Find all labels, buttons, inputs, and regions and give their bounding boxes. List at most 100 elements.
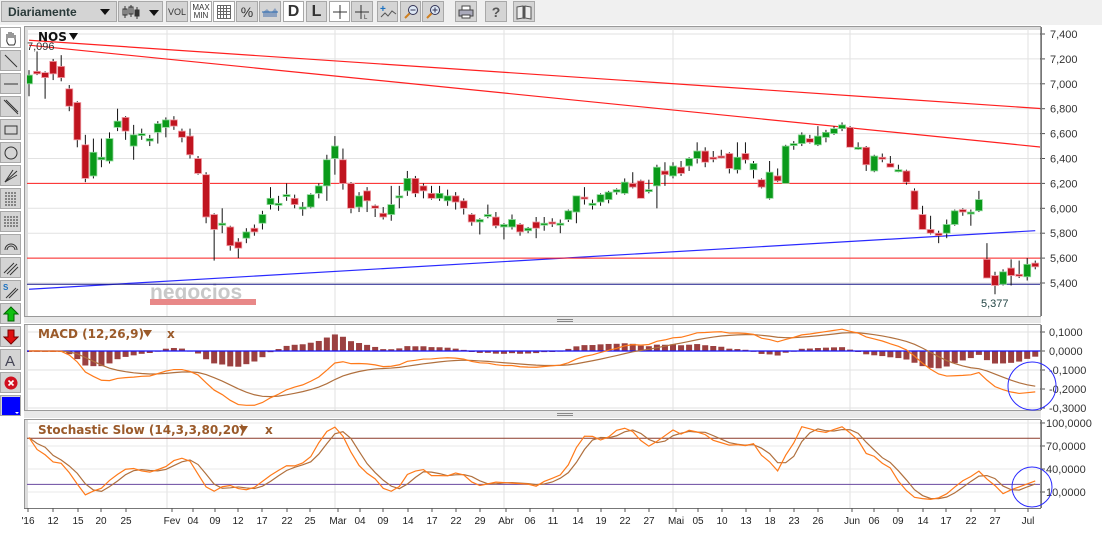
macd-histogram-bar [694,344,701,351]
date-tick-label: 06 [524,516,536,527]
macd-close-button[interactable]: x [167,327,175,341]
stochastic-close-button[interactable]: x [265,423,273,437]
macd-histogram-bar [879,351,886,357]
candle [194,156,202,175]
candle-body [934,232,943,237]
candle-body [49,60,58,75]
macd-histogram-bar [887,351,894,358]
macd-histogram-bar [967,351,974,359]
candle-body [709,156,718,160]
date-tick-label: 20 [95,516,107,527]
date-tick-label: Abr [498,516,514,527]
candle-body [733,156,742,171]
candle-body [266,197,275,205]
macd-histogram-bar [1024,351,1031,359]
candle-body [234,241,243,249]
candle-body [105,138,114,162]
candle-body [588,202,597,206]
candle-body [194,158,202,174]
chart-area[interactable]: negocios NOS 7,096 5,377 7,4007,2007,000… [0,0,1102,533]
candle-body [411,178,420,194]
candle-body [636,180,645,199]
candle-body [701,150,710,163]
macd-histogram-bar [259,351,266,358]
candle-body [330,145,339,159]
price-tick-label: 6,400 [1050,154,1078,166]
candle-body [137,133,146,137]
candle-body [113,120,122,128]
candle-body [121,117,130,132]
date-tick-label: 10 [716,516,728,527]
macd-histogram-bar [299,344,306,351]
macd-histogram-bar [227,351,234,367]
macd-histogram-bar [992,351,998,364]
date-tick-label: 27 [989,516,1001,527]
panel-left-strip [25,27,28,316]
candle-body [226,226,235,247]
candle [902,169,911,185]
candle-body [628,182,637,188]
panel-splitter[interactable] [24,317,1041,323]
candle-body [805,138,814,143]
macd-histogram-bar [323,337,330,351]
macd-histogram-bar [959,351,966,361]
date-tick-label: 26 [812,516,824,527]
candle-body [604,191,613,200]
price-tick-label: 6,600 [1050,129,1078,141]
candle-body [653,166,661,187]
candle-body [894,169,903,173]
date-tick-label: 04 [187,516,199,527]
macd-histogram-bar [1000,351,1007,364]
date-tick-label: Jul [1022,516,1035,527]
candle-body [363,190,372,202]
date-tick-label: 04 [354,516,366,527]
candle-body [1031,262,1040,268]
macd-histogram-bar [774,351,781,356]
macd-histogram-bar [130,351,137,356]
candle-body [403,178,412,192]
candle-body [218,222,227,226]
candle-body [717,155,726,159]
candle-body [1007,267,1015,276]
candle-body [685,158,693,167]
macd-histogram-bar [235,351,242,367]
panel-splitter[interactable] [24,411,1041,418]
price-tick-label: 5,400 [1050,278,1078,290]
macd-histogram-bar [283,345,290,351]
macd-histogram-bar [702,345,709,351]
date-tick-label: 06 [868,516,880,527]
stochastic-title[interactable]: Stochastic Slow (14,3,3,80,20) [38,423,245,437]
candle-body [572,195,581,213]
candle-body [73,102,82,141]
candle [870,154,879,173]
candle-body [274,202,283,206]
price-tick-label: 6,000 [1050,203,1078,215]
date-tick-label: 22 [965,516,977,527]
macd-title[interactable]: MACD (12,26,9) [38,327,144,341]
candle-body [757,179,766,188]
candle-body [878,156,887,160]
candle-body [870,155,879,172]
candle-body [838,124,846,130]
date-tick-label: 12 [232,516,244,527]
candle-body [540,222,549,226]
panel-left-strip [25,325,28,410]
price-tick-label: 6,200 [1050,178,1078,190]
candle-body [169,119,178,127]
stochastic-tick-label: 40,0000 [1046,464,1086,476]
candle-body [33,70,41,75]
candle-body [322,159,331,187]
date-tick-label: 25 [120,516,132,527]
candle-body [379,212,388,218]
candle-body [347,182,355,209]
candle-body [451,195,460,203]
candle-body [41,72,49,78]
date-tick-label: 18 [764,516,776,527]
macd-histogram-bar [106,351,113,364]
low-price-label: 5,377 [981,298,1009,310]
date-tick-label: 27 [643,516,655,527]
date-tick-label: 09 [377,516,389,527]
candle-body [556,222,565,226]
candle-body [475,219,484,223]
candle-body [942,224,951,234]
